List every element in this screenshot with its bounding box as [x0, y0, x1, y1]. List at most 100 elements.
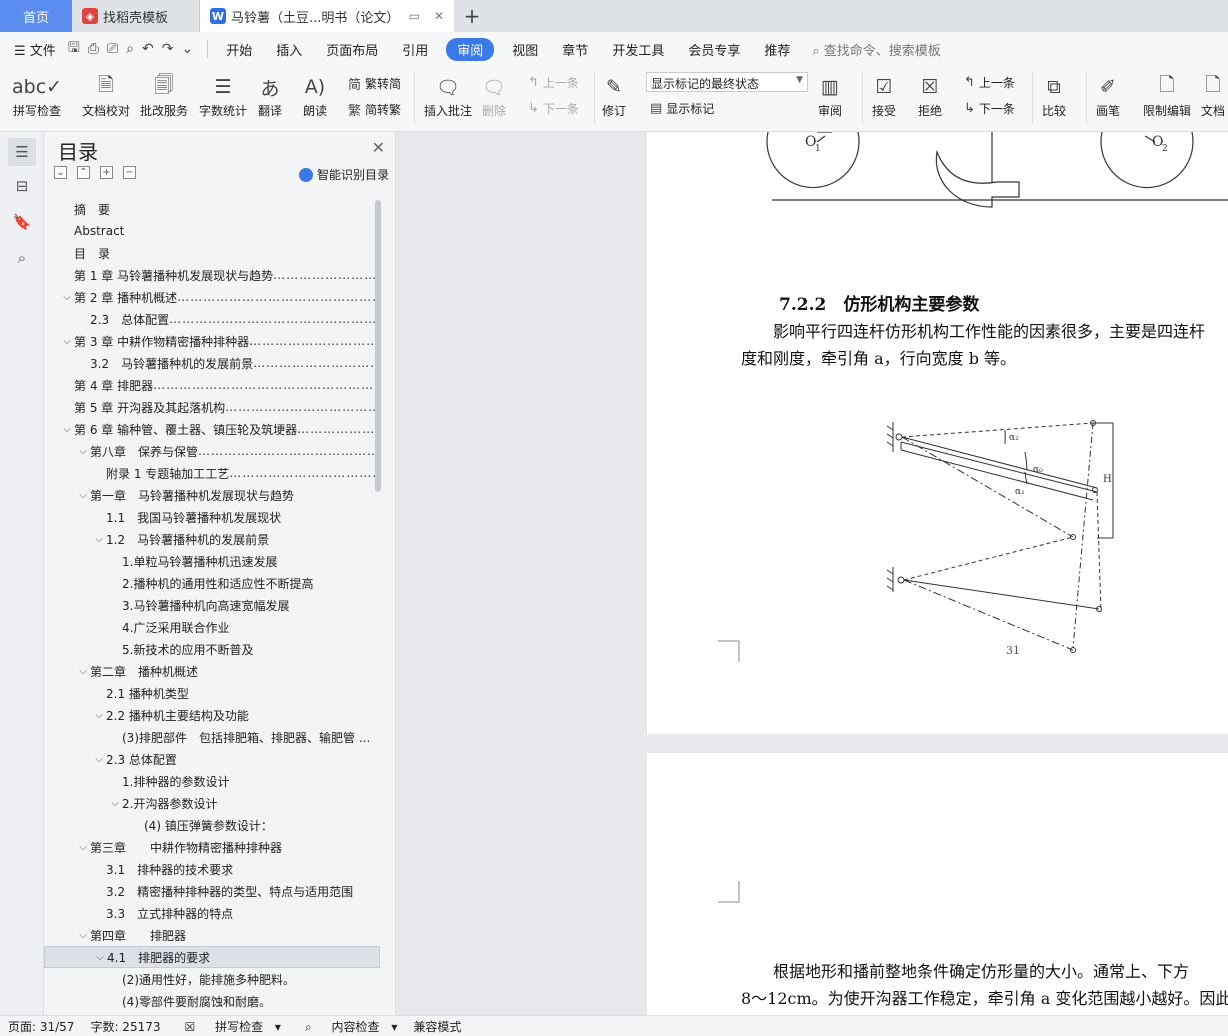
- toc-item[interactable]: 第 5 章 开沟器及其起落机构………………………………………………………………: [44, 396, 380, 418]
- toc-item[interactable]: 4.广泛采用联合作业: [44, 616, 380, 638]
- toc-item[interactable]: 附录 1 专题轴加工工艺………………………………………………………………: [44, 462, 380, 484]
- toc-item[interactable]: 第 4 章 排肥器………………………………………………………………: [44, 374, 380, 396]
- read-aloud-button[interactable]: A) 朗读: [303, 72, 327, 119]
- accept-button[interactable]: ☑ 接受: [872, 72, 896, 119]
- chevron-down-icon[interactable]: ⌵: [76, 930, 90, 941]
- toc-item[interactable]: (3)排肥部件 包括排肥箱、排肥器、输肥管 ...: [44, 726, 380, 748]
- doc-permission-button[interactable]: 🗋 文档: [1201, 72, 1225, 119]
- document-page[interactable]: O 1 O 2 7.2.2 仿形机构主要参数 影响平行四连杆仿形机构工作性能的因…: [647, 132, 1228, 734]
- toc-item[interactable]: ⌵ 第三章 中耕作物精密播种排种器: [44, 836, 380, 858]
- toc-item[interactable]: (4)零部件要耐腐蚀和耐磨。: [44, 990, 380, 1012]
- toc-item[interactable]: 2.1 播种机类型: [44, 682, 380, 704]
- close-icon[interactable]: ✕: [372, 138, 385, 157]
- bookmark-icon[interactable]: 🔖: [8, 208, 36, 236]
- trad-to-simp-button[interactable]: 简繁转简: [348, 74, 401, 93]
- toc-item[interactable]: ⌵ 第四章 排肥器: [44, 924, 380, 946]
- document-page[interactable]: 根据地形和播前整地条件确定仿形量的大小。通常上、下方 8～12cm。为使开沟器工…: [647, 753, 1228, 1015]
- toc-item[interactable]: ⌵ 第二章 播种机概述: [44, 660, 380, 682]
- chevron-down-icon[interactable]: ⌵: [92, 534, 106, 545]
- toc-item[interactable]: ⌵ 第一章 马铃薯播种机发展现状与趋势: [44, 484, 380, 506]
- menu-recommend[interactable]: 推荐: [752, 40, 802, 59]
- toc-item[interactable]: (2)通用性好，能排施多种肥料。: [44, 968, 380, 990]
- display-state-select[interactable]: 显示标记的最终状态 ▼: [646, 72, 808, 92]
- collapse-all-icon[interactable]: −: [123, 166, 136, 179]
- spell-check-button[interactable]: abc✓ 拼写检查: [12, 72, 62, 119]
- toc-item[interactable]: 2.3 总体配置………………………………………………………………: [44, 308, 380, 330]
- simp-to-trad-button[interactable]: 繁简转繁: [348, 100, 401, 119]
- chevron-down-icon[interactable]: ⌵: [93, 952, 107, 963]
- next-change-button[interactable]: ↳ 下一条: [964, 100, 1015, 117]
- save-icon[interactable]: 🖫: [68, 37, 80, 61]
- close-tab-icon[interactable]: ✕: [434, 9, 444, 23]
- insert-comment-button[interactable]: 🗨 插入批注: [424, 72, 472, 119]
- word-count-button[interactable]: ☰ 字数统计: [199, 72, 247, 119]
- chevron-down-icon[interactable]: ⌵: [76, 490, 90, 501]
- tab-document[interactable]: W 马铃薯（土豆...明书（论文） ▭ ✕: [200, 0, 454, 32]
- delete-comment-button[interactable]: 🗨 删除: [482, 72, 506, 119]
- toc-item[interactable]: 1.1 我国马铃薯播种机发展现状: [44, 506, 380, 528]
- menu-view[interactable]: 视图: [500, 40, 550, 59]
- toc-item[interactable]: 2.播种机的通用性和适应性不断提高: [44, 572, 380, 594]
- pen-button[interactable]: ✐ 画笔: [1096, 72, 1120, 119]
- show-marks-button[interactable]: ▤ 显示标记: [650, 100, 714, 117]
- toc-item[interactable]: ⌵第 6 章 输种管、覆土器、镇压轮及筑埂器…………………………………………………: [44, 418, 380, 440]
- toc-item[interactable]: ⌵ 2.2 播种机主要结构及功能: [44, 704, 380, 726]
- toc-item[interactable]: ⌵ 2.开沟器参数设计: [44, 792, 380, 814]
- chevron-down-icon[interactable]: ⌵: [76, 666, 90, 677]
- print-preview-icon[interactable]: ⌕: [126, 41, 134, 57]
- toc-item[interactable]: ⌵ 1.2 马铃薯播种机的发展前景: [44, 528, 380, 550]
- next-comment-button[interactable]: ↳ 下一条: [528, 100, 579, 117]
- toc-item[interactable]: 3.马铃薯播种机向高速宽幅发展: [44, 594, 380, 616]
- toc-item[interactable]: ⌵第 3 章 中耕作物精密播种排种器……………………………………………………………: [44, 330, 380, 352]
- toc-item[interactable]: ⌵第 2 章 播种机概述………………………………………………………………: [44, 286, 380, 308]
- chapter-nav-icon[interactable]: ⊟: [8, 172, 36, 200]
- page-indicator[interactable]: 页面: 31/57: [0, 1018, 82, 1035]
- menu-review[interactable]: 审阅: [446, 37, 495, 61]
- reject-button[interactable]: ☒ 拒绝: [918, 72, 942, 119]
- menu-reference[interactable]: 引用: [390, 40, 440, 59]
- toc-item[interactable]: (4) 镇压弹簧参数设计：: [44, 814, 380, 836]
- content-check-status[interactable]: ⌕ 内容检查 ▾: [289, 1018, 405, 1035]
- toc-panel-icon[interactable]: ☰: [8, 138, 36, 166]
- chevron-down-icon[interactable]: ⌵: [60, 336, 74, 347]
- expand-all-icon[interactable]: +: [100, 166, 113, 179]
- menu-member[interactable]: 会员专享: [676, 40, 752, 59]
- restrict-edit-button[interactable]: 🗋 限制编辑: [1143, 72, 1191, 119]
- pin-icon[interactable]: ▭: [409, 9, 420, 23]
- new-tab-button[interactable]: +: [454, 0, 490, 32]
- prev-comment-button[interactable]: ↰ 上一条: [528, 74, 579, 91]
- search-nav-icon[interactable]: ⌕: [8, 244, 36, 272]
- redo-icon[interactable]: ↷: [162, 41, 174, 57]
- toc-item[interactable]: ⌵ 2.3 总体配置: [44, 748, 380, 770]
- spell-check-status[interactable]: ☒ 拼写检查 ▾: [169, 1018, 289, 1035]
- chevron-down-icon[interactable]: ⌵: [76, 446, 90, 457]
- batch-service-button[interactable]: 🗐 批改服务: [140, 72, 188, 119]
- toc-item[interactable]: ⌵ 4.1 排肥器的要求: [44, 946, 380, 968]
- file-menu[interactable]: ☰ 文件: [0, 40, 68, 59]
- more-chevron-icon[interactable]: ⌄: [181, 41, 193, 57]
- translate-button[interactable]: あ翻译: [258, 72, 282, 119]
- doc-proof-button[interactable]: 🗎 文档校对: [82, 72, 130, 119]
- toc-item[interactable]: 1.单粒马铃薯播种机迅速发展: [44, 550, 380, 572]
- smart-toc-button[interactable]: 智能识别目录: [298, 166, 389, 183]
- toc-item[interactable]: ⌵第八章 保养与保管………………………………………………………………: [44, 440, 380, 462]
- toc-item[interactable]: 摘 要: [44, 198, 380, 220]
- tab-home[interactable]: 首页: [0, 0, 72, 32]
- toc-item[interactable]: 第 1 章 马铃薯播种机发展现状与趋势…………………………………………………………: [44, 264, 380, 286]
- toc-scrollbar[interactable]: [375, 200, 381, 492]
- chevron-down-icon[interactable]: ⌵: [92, 754, 106, 765]
- toc-item[interactable]: 目 录: [44, 242, 380, 264]
- collapse-level-icon[interactable]: ⌄: [54, 166, 67, 179]
- toc-item[interactable]: 3.2 精密播种排种器的类型、特点与适用范围: [44, 880, 380, 902]
- word-count-indicator[interactable]: 字数: 25173: [82, 1018, 168, 1035]
- chevron-down-icon[interactable]: ⌵: [60, 292, 74, 303]
- tab-template[interactable]: ◈ 找稻壳模板: [72, 0, 200, 32]
- print-icon[interactable]: ⎚: [107, 41, 118, 57]
- chevron-down-icon[interactable]: ⌵: [92, 710, 106, 721]
- track-changes-button[interactable]: ✎ 修订: [602, 72, 626, 119]
- command-search[interactable]: ⌕ 查找命令、搜索模板: [812, 40, 940, 59]
- toc-item[interactable]: 3.1 排种器的技术要求: [44, 858, 380, 880]
- chevron-down-icon[interactable]: ⌵: [60, 424, 74, 435]
- menu-insert[interactable]: 插入: [264, 40, 314, 59]
- undo-icon[interactable]: ↶: [142, 41, 154, 57]
